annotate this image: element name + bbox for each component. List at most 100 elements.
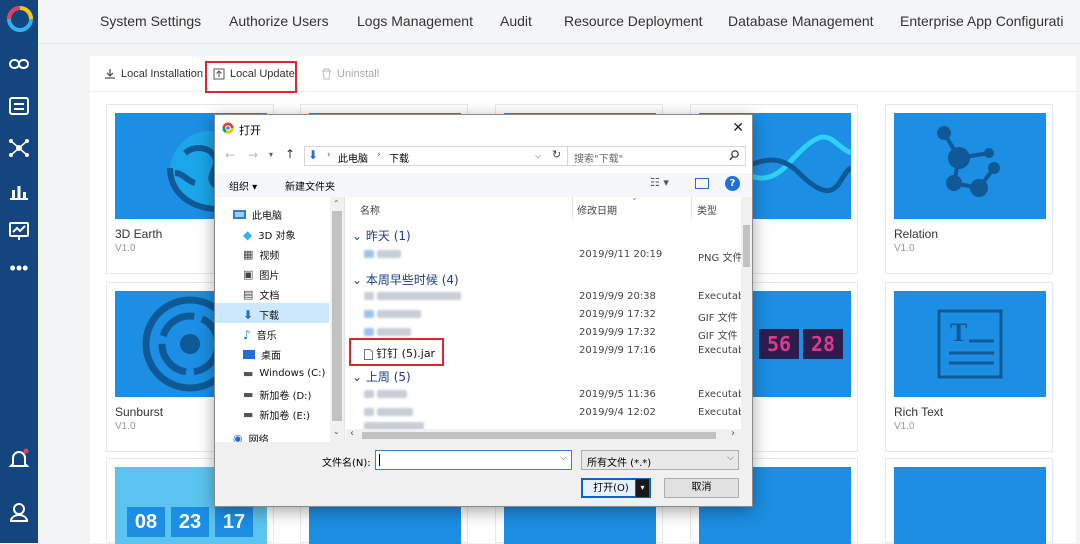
nav-item-music[interactable]: ♪ 音乐 xyxy=(243,327,277,343)
back-arrow-icon[interactable]: ← xyxy=(225,148,235,162)
download-icon xyxy=(105,69,115,79)
nav-item-desktop[interactable]: 桌面 xyxy=(243,347,281,362)
address-bar[interactable]: ⬇ › 此电脑 › 下载 ⌵ ↻ 搜索"下载" xyxy=(304,146,746,166)
column-header-type[interactable]: 类型 xyxy=(697,202,717,217)
download-arrow-icon: ⬇ xyxy=(243,307,254,322)
bell-icon[interactable] xyxy=(7,447,31,471)
file-type-filter-select[interactable]: 所有文件 (*.*) ⌵ xyxy=(581,450,739,470)
nav-item-downloads[interactable]: ⬇ 下载 xyxy=(243,307,280,323)
blurred-file-name xyxy=(364,422,424,429)
group-header-yesterday[interactable]: ⌄ 昨天 (1) xyxy=(352,227,411,244)
nav-item-label: 此电脑 xyxy=(252,211,282,222)
breadcrumb-downloads[interactable]: 下载 xyxy=(389,150,409,165)
nav-item-label: 新加卷 (D:) xyxy=(259,391,312,402)
forward-arrow-icon[interactable]: → xyxy=(248,148,258,162)
file-row[interactable]: 2019/9/9 20:38 Executab xyxy=(346,288,745,306)
file-list-horizontal-scrollbar[interactable]: ‹ › xyxy=(346,428,752,442)
nav-item-videos[interactable]: ▦ 视频 xyxy=(243,247,279,262)
open-dropdown-chevron-icon[interactable]: ▾ xyxy=(635,479,649,497)
app-logo-icon[interactable] xyxy=(5,4,35,34)
new-folder-button[interactable]: 新建文件夹 xyxy=(285,178,335,193)
computer-icon xyxy=(233,210,246,219)
led-digit: 28 xyxy=(803,329,843,359)
column-header-date[interactable]: 修改日期 xyxy=(577,202,617,217)
view-options-icon[interactable]: ☷ ▾ xyxy=(650,176,669,189)
nav-item-drive-c[interactable]: ▬ Windows (C:) xyxy=(243,367,325,380)
user-icon[interactable] xyxy=(7,500,31,524)
scrollbar-thumb[interactable] xyxy=(362,432,716,439)
tab-authorize-users[interactable]: Authorize Users xyxy=(229,13,329,29)
filename-input[interactable]: ⌵ xyxy=(375,450,572,470)
png-file-icon xyxy=(364,250,374,258)
preview-pane-icon[interactable] xyxy=(695,178,709,189)
file-name xyxy=(364,291,462,302)
tab-system-settings[interactable]: System Settings xyxy=(100,13,201,29)
nav-item-label: 音乐 xyxy=(256,331,277,342)
highlight-box xyxy=(205,61,297,93)
file-list-vertical-scrollbar[interactable] xyxy=(741,197,752,429)
file-type: Executab xyxy=(698,291,745,302)
bar-chart-icon[interactable] xyxy=(7,178,31,202)
file-row[interactable]: 2019/9/4 12:02 Executab xyxy=(346,404,744,422)
nav-item-3d-objects[interactable]: ◆ 3D 对象 xyxy=(243,227,295,243)
nav-item-documents[interactable]: ▤ 文档 xyxy=(243,287,279,302)
group-header-earlier-this-week[interactable]: ⌄ 本周早些时候 (4) xyxy=(352,271,459,288)
nav-scrollbar-thumb[interactable] xyxy=(332,211,342,421)
column-header-name[interactable]: 名称 xyxy=(360,202,380,217)
component-card-relation[interactable]: Relation V1.0 xyxy=(885,104,1053,274)
nav-item-this-pc[interactable]: 此电脑 xyxy=(233,207,282,222)
help-icon[interactable]: ? xyxy=(725,176,740,191)
link-icon[interactable] xyxy=(7,52,31,76)
nav-item-drive-e[interactable]: ▬ 新加卷 (E:) xyxy=(243,407,310,422)
search-input[interactable]: 搜索"下载" xyxy=(567,147,745,165)
refresh-icon[interactable]: ↻ xyxy=(552,148,561,161)
tab-enterprise-app-configuration[interactable]: Enterprise App Configurati xyxy=(900,13,1063,29)
filename-dropdown-icon[interactable]: ⌵ xyxy=(560,453,567,463)
file-type: GIF 文件 xyxy=(698,313,738,324)
nav-item-label: 下载 xyxy=(259,311,280,322)
dialog-titlebar: 打开 ✕ xyxy=(215,115,752,143)
card-version: V1.0 xyxy=(115,243,136,254)
file-row[interactable]: 2019/9/9 17:32 GIF 文件 xyxy=(346,306,741,324)
nav-scrollbar[interactable]: ⌃ ⌄ xyxy=(330,197,344,442)
file-type: Executab xyxy=(698,345,745,356)
scroll-up-icon: ⌃ xyxy=(333,199,340,208)
organize-menu[interactable]: 组织 ▾ xyxy=(229,178,257,193)
group-header-last-week[interactable]: ⌄ 上周 (5) xyxy=(352,368,411,385)
file-row[interactable]: 2019/9/11 20:19 PNG 文件 xyxy=(346,246,742,264)
address-dropdown-icon[interactable]: ⌵ xyxy=(535,151,541,161)
open-button[interactable]: 打开(O) ▾ xyxy=(581,478,651,498)
scroll-left-icon[interactable]: ‹ xyxy=(350,428,354,439)
network-icon[interactable] xyxy=(7,136,31,160)
component-card-rich-text[interactable]: T Rich Text V1.0 xyxy=(885,282,1053,452)
local-installation-button[interactable]: Local Installation xyxy=(104,68,203,80)
tab-database-management[interactable]: Database Management xyxy=(728,13,874,29)
tab-logs-management[interactable]: Logs Management xyxy=(357,13,473,29)
dashboard-icon[interactable] xyxy=(7,219,31,243)
more-icon[interactable]: ••• xyxy=(7,259,31,284)
file-row[interactable]: 2019/9/5 11:36 Executab xyxy=(346,386,744,404)
scrollbar-thumb[interactable] xyxy=(743,225,750,267)
file-name xyxy=(364,421,424,429)
card-version: V1.0 xyxy=(894,421,915,432)
list-icon[interactable] xyxy=(7,94,31,118)
file-date: 2019/9/9 20:38 xyxy=(579,291,656,302)
nav-item-pictures[interactable]: ▣ 图片 xyxy=(243,267,279,282)
file-icon xyxy=(364,292,374,300)
component-card[interactable] xyxy=(885,458,1053,544)
tab-resource-deployment[interactable]: Resource Deployment xyxy=(564,13,703,29)
cancel-button[interactable]: 取消 xyxy=(664,478,739,498)
navigation-pane: ⌃ ⌄ 此电脑 ◆ 3D 对象 ▦ 视频 ▣ 图片 ▤ 文档 ⬇ 下载 ♪ 音乐 桌面 ▬ W… xyxy=(215,197,345,446)
up-arrow-icon[interactable]: ↑ xyxy=(285,147,295,161)
recent-chevron-icon[interactable]: ▾ xyxy=(269,150,273,159)
close-icon[interactable]: ✕ xyxy=(732,120,744,136)
tab-audit[interactable]: Audit xyxy=(500,13,532,29)
drive-icon: ▬ xyxy=(243,408,254,421)
scroll-right-icon[interactable]: › xyxy=(731,428,735,439)
nav-item-drive-d[interactable]: ▬ 新加卷 (D:) xyxy=(243,387,311,402)
uninstall-button[interactable]: Uninstall xyxy=(321,68,379,80)
file-type-filter-value: 所有文件 (*.*) xyxy=(587,458,652,469)
file-row-partial[interactable] xyxy=(346,421,741,429)
breadcrumb-this-pc[interactable]: 此电脑 xyxy=(338,150,368,165)
windows-drive-icon: ▬ xyxy=(243,367,254,380)
